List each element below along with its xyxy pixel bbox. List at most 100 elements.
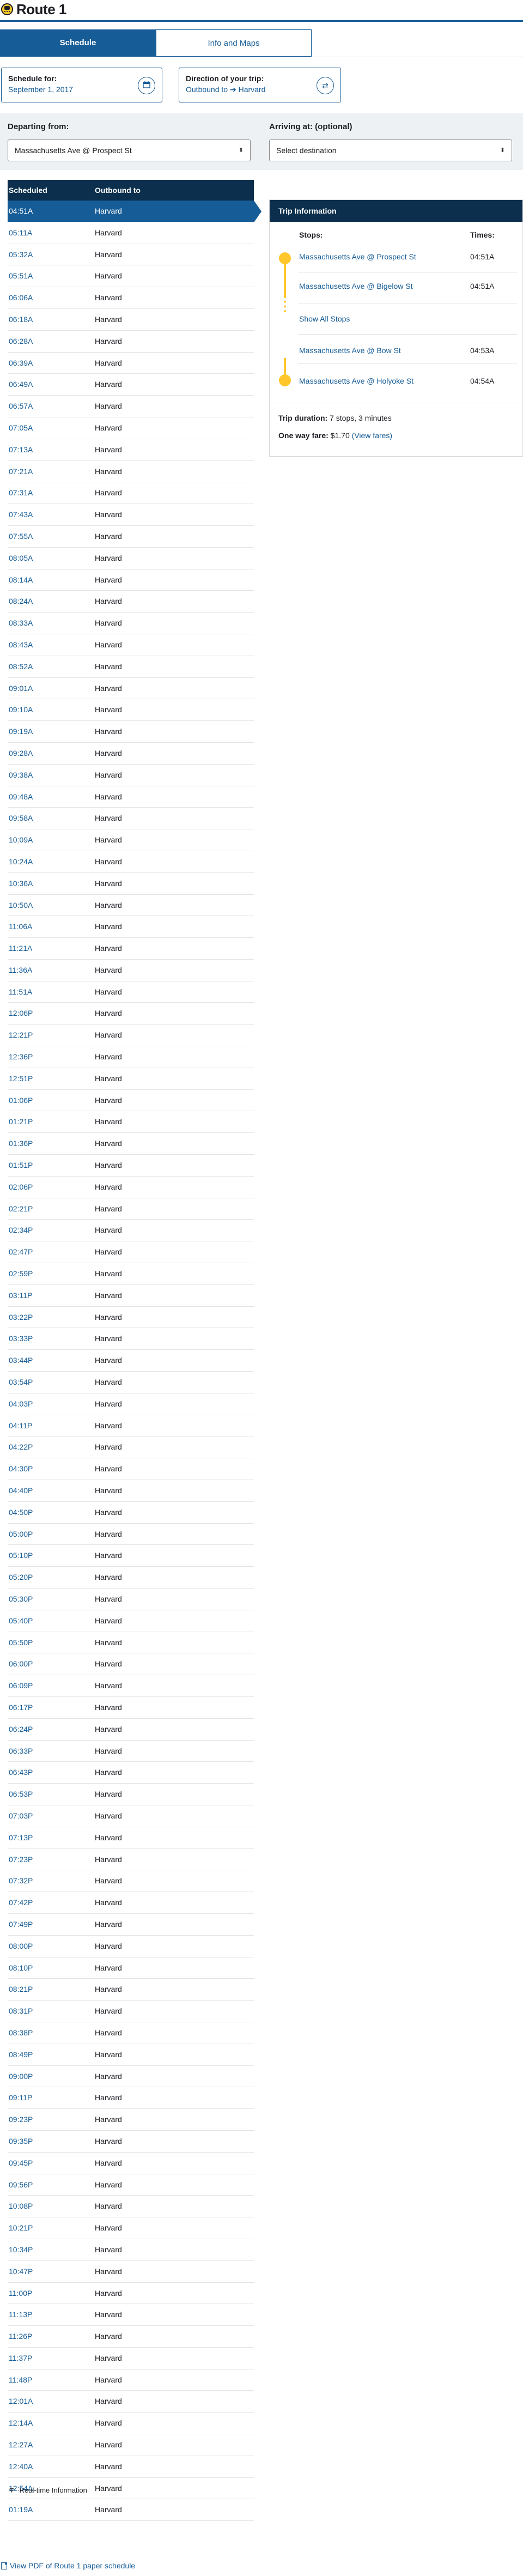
- table-row[interactable]: 12:01A Harvard: [8, 2391, 254, 2413]
- table-row[interactable]: 06:06A Harvard: [8, 287, 254, 309]
- table-row[interactable]: 05:20P Harvard: [8, 1567, 254, 1589]
- table-row[interactable]: 07:23P Harvard: [8, 1849, 254, 1871]
- table-row[interactable]: 05:00P Harvard: [8, 1524, 254, 1545]
- trip-stop-link[interactable]: Massachusetts Ave @ Bow St: [299, 346, 401, 355]
- table-row[interactable]: 06:39A Harvard: [8, 353, 254, 374]
- table-row[interactable]: 12:21P Harvard: [8, 1025, 254, 1047]
- table-row[interactable]: 12:51P Harvard: [8, 1068, 254, 1090]
- table-row[interactable]: 03:54P Harvard: [8, 1372, 254, 1393]
- table-row[interactable]: 05:30P Harvard: [8, 1589, 254, 1610]
- table-row[interactable]: 09:23P Harvard: [8, 2109, 254, 2131]
- table-row[interactable]: 07:03P Harvard: [8, 1805, 254, 1827]
- show-all-stops-link[interactable]: Show All Stops: [299, 314, 350, 323]
- direction-card[interactable]: Direction of your trip: Outbound to ➔ Ha…: [179, 68, 341, 102]
- table-row[interactable]: 05:50P Harvard: [8, 1632, 254, 1654]
- table-row[interactable]: 10:34P Harvard: [8, 2239, 254, 2261]
- table-row[interactable]: 06:00P Harvard: [8, 1653, 254, 1676]
- table-row[interactable]: 06:43P Harvard: [8, 1762, 254, 1784]
- table-row[interactable]: 08:38P Harvard: [8, 2022, 254, 2044]
- pdf-schedule-link[interactable]: View PDF of Route 1 paper schedule: [1, 2561, 135, 2570]
- table-row[interactable]: 09:45P Harvard: [8, 2153, 254, 2174]
- table-row[interactable]: 11:37P Harvard: [8, 2348, 254, 2369]
- table-row[interactable]: 01:19A Harvard: [8, 2499, 254, 2522]
- table-row[interactable]: 09:01A Harvard: [8, 678, 254, 700]
- table-row[interactable]: 11:13P Harvard: [8, 2304, 254, 2326]
- schedule-date-card[interactable]: Schedule for: September 1, 2017: [1, 68, 162, 102]
- table-row[interactable]: 08:33A Harvard: [8, 613, 254, 634]
- table-row[interactable]: 08:00P Harvard: [8, 1936, 254, 1957]
- table-row[interactable]: 05:32A Harvard: [8, 244, 254, 266]
- table-row[interactable]: 02:21P Harvard: [8, 1198, 254, 1220]
- table-row[interactable]: 12:14A Harvard: [8, 2413, 254, 2435]
- table-row[interactable]: 12:06P Harvard: [8, 1003, 254, 1025]
- table-row[interactable]: 11:26P Harvard: [8, 2326, 254, 2348]
- swap-icon[interactable]: ⇄: [317, 77, 334, 94]
- table-row[interactable]: 02:34P Harvard: [8, 1220, 254, 1242]
- view-fares-link[interactable]: (View fares): [352, 431, 392, 440]
- table-row[interactable]: 08:31P Harvard: [8, 2001, 254, 2022]
- table-row[interactable]: 08:52A Harvard: [8, 656, 254, 678]
- table-row[interactable]: 02:06P Harvard: [8, 1177, 254, 1198]
- table-row[interactable]: 07:13P Harvard: [8, 1827, 254, 1849]
- table-row[interactable]: 06:17P Harvard: [8, 1697, 254, 1719]
- table-row[interactable]: 08:43A Harvard: [8, 634, 254, 656]
- table-row[interactable]: 07:13A Harvard: [8, 439, 254, 461]
- table-row[interactable]: 12:40A Harvard: [8, 2456, 254, 2478]
- table-row[interactable]: 11:06A Harvard: [8, 916, 254, 938]
- table-row[interactable]: 11:00P Harvard: [8, 2283, 254, 2305]
- table-row[interactable]: 07:21A Harvard: [8, 461, 254, 483]
- tab-info-and-maps[interactable]: Info and Maps: [156, 29, 312, 57]
- table-row[interactable]: 10:36A Harvard: [8, 873, 254, 895]
- table-row[interactable]: 04:22P Harvard: [8, 1437, 254, 1459]
- table-row[interactable]: 09:48A Harvard: [8, 786, 254, 808]
- trip-stop-link[interactable]: Massachusetts Ave @ Holyoke St: [299, 377, 413, 385]
- table-row[interactable]: 09:38A Harvard: [8, 765, 254, 786]
- table-row[interactable]: 11:48P Harvard: [8, 2369, 254, 2391]
- table-row[interactable]: 06:09P Harvard: [8, 1675, 254, 1697]
- table-row[interactable]: 07:42P Harvard: [8, 1892, 254, 1914]
- table-row[interactable]: 08:49P Harvard: [8, 2044, 254, 2066]
- table-row[interactable]: 09:11P Harvard: [8, 2087, 254, 2110]
- trip-stop-link[interactable]: Massachusetts Ave @ Bigelow St: [299, 282, 413, 290]
- arriving-select[interactable]: Select destination ⬍: [269, 140, 512, 161]
- table-row[interactable]: 06:24P Harvard: [8, 1719, 254, 1741]
- table-row[interactable]: 05:40P Harvard: [8, 1610, 254, 1632]
- table-row[interactable]: 09:19A Harvard: [8, 721, 254, 743]
- table-row[interactable]: 09:00P Harvard: [8, 2066, 254, 2088]
- table-row[interactable]: 01:36P Harvard: [8, 1133, 254, 1155]
- table-row[interactable]: 04:40P Harvard: [8, 1480, 254, 1502]
- table-row[interactable]: 06:18A Harvard: [8, 309, 254, 331]
- direction-value[interactable]: Outbound to ➔ Harvard: [186, 83, 334, 95]
- table-row[interactable]: 03:44P Harvard: [8, 1350, 254, 1372]
- table-row[interactable]: 09:56P Harvard: [8, 2174, 254, 2196]
- table-row[interactable]: 06:28A Harvard: [8, 331, 254, 353]
- table-row[interactable]: 04:51A Harvard: [8, 201, 262, 222]
- table-row[interactable]: 10:08P Harvard: [8, 2196, 254, 2218]
- table-row[interactable]: 10:09A Harvard: [8, 829, 254, 851]
- table-row[interactable]: 07:32P Harvard: [8, 1870, 254, 1893]
- table-row[interactable]: 06:57A Harvard: [8, 396, 254, 417]
- table-row[interactable]: 08:24A Harvard: [8, 591, 254, 613]
- table-row[interactable]: 02:59P Harvard: [8, 1263, 254, 1285]
- table-row[interactable]: 03:33P Harvard: [8, 1328, 254, 1350]
- table-row[interactable]: 07:05A Harvard: [8, 417, 254, 439]
- realtime-link[interactable]: Real-time Information: [9, 2486, 87, 2494]
- table-row[interactable]: 08:21P Harvard: [8, 1979, 254, 2001]
- table-row[interactable]: 09:10A Harvard: [8, 699, 254, 722]
- table-row[interactable]: 01:06P Harvard: [8, 1090, 254, 1112]
- table-row[interactable]: 01:51P Harvard: [8, 1155, 254, 1177]
- table-row[interactable]: 04:30P Harvard: [8, 1458, 254, 1481]
- table-row[interactable]: 10:24A Harvard: [8, 851, 254, 873]
- table-row[interactable]: 06:53P Harvard: [8, 1784, 254, 1805]
- tab-schedule[interactable]: Schedule: [0, 29, 156, 57]
- table-row[interactable]: 03:22P Harvard: [8, 1307, 254, 1329]
- trip-stop-link[interactable]: Massachusetts Ave @ Prospect St: [299, 252, 416, 261]
- table-row[interactable]: 08:14A Harvard: [8, 569, 254, 591]
- table-row[interactable]: 11:51A Harvard: [8, 981, 254, 1003]
- table-row[interactable]: 10:50A Harvard: [8, 895, 254, 917]
- table-row[interactable]: 10:47P Harvard: [8, 2261, 254, 2283]
- table-row[interactable]: 07:55A Harvard: [8, 526, 254, 548]
- table-row[interactable]: 12:27A Harvard: [8, 2434, 254, 2456]
- table-row[interactable]: 08:10P Harvard: [8, 1957, 254, 1979]
- table-row[interactable]: 07:49P Harvard: [8, 1914, 254, 1936]
